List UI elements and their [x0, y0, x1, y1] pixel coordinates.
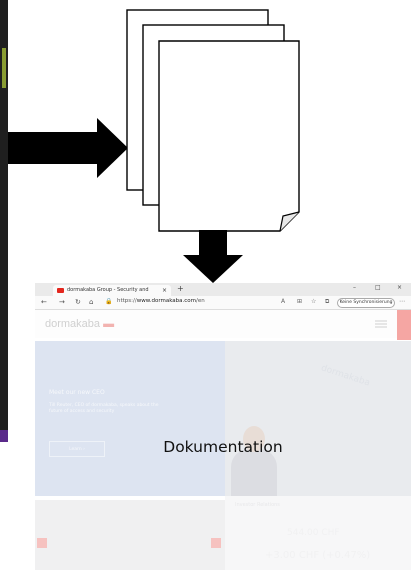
- more-menu-icon[interactable]: ⋯: [399, 298, 405, 305]
- output-arrow: [183, 230, 243, 283]
- input-arrow: [8, 118, 128, 178]
- collections-icon[interactable]: ⧉: [325, 298, 329, 306]
- favorite-star-icon[interactable]: ☆: [311, 298, 316, 305]
- strip-purple-mark: [0, 430, 8, 442]
- carousel-prev-button[interactable]: [37, 538, 47, 548]
- forward-icon[interactable]: →: [59, 298, 65, 306]
- building-photo: [35, 500, 225, 570]
- window-maximize-button[interactable]: □: [375, 284, 381, 291]
- browser-tab[interactable]: dormakaba Group - Security and ×: [53, 285, 171, 296]
- window-minimize-button[interactable]: –: [353, 284, 356, 291]
- window-close-button[interactable]: ×: [397, 284, 402, 291]
- hero-text: Till Reuter, CEO of dormakaba, speaks ab…: [49, 403, 159, 414]
- site-header: dormakaba ▬: [35, 310, 411, 338]
- read-aloud-icon[interactable]: A: [281, 298, 285, 305]
- reload-icon[interactable]: ↻: [75, 298, 81, 306]
- tab-title: dormakaba Group - Security and: [67, 287, 149, 293]
- hero-banner: dormakaba Meet our new CEO Till Reuter, …: [35, 341, 411, 496]
- tab-close-icon[interactable]: ×: [162, 285, 167, 296]
- favicon-icon: [57, 288, 64, 293]
- carousel-next-button[interactable]: [211, 538, 221, 548]
- process-diagram: [8, 9, 300, 283]
- website-screenshot: dormakaba Group - Security and × + – □ ×…: [35, 283, 411, 570]
- browser-tab-bar: dormakaba Group - Security and × + – □ ×: [35, 283, 411, 296]
- back-icon[interactable]: ←: [41, 298, 47, 306]
- extensions-icon[interactable]: ⊞: [297, 298, 302, 305]
- lock-icon: 🔒: [105, 298, 113, 305]
- red-side-tab[interactable]: [397, 310, 411, 340]
- url-field[interactable]: https://www.dormakaba.com/en: [117, 298, 205, 304]
- documentation-label: Dokumentation: [163, 438, 283, 456]
- share-price: 544.00 CHF: [287, 528, 340, 538]
- person-figure: [231, 449, 277, 496]
- document-front: [158, 40, 300, 232]
- new-tab-button[interactable]: +: [177, 284, 184, 293]
- investor-title[interactable]: Investor Relations: [235, 502, 280, 508]
- hero-title: Meet our new CEO: [49, 389, 105, 396]
- home-icon[interactable]: ⌂: [89, 298, 93, 306]
- browser-address-bar: ← → ↻ ⌂ 🔒 https://www.dormakaba.com/en A…: [35, 296, 411, 310]
- share-change: +3.00 CHF (+0.47%): [265, 550, 371, 561]
- dormakaba-logo[interactable]: dormakaba ▬: [45, 318, 114, 330]
- hero-text-panel: [35, 341, 225, 496]
- sync-button[interactable]: Keine Synchronisierung: [337, 298, 395, 308]
- document-stack-icon: [126, 9, 300, 232]
- hamburger-menu-icon[interactable]: [375, 320, 387, 328]
